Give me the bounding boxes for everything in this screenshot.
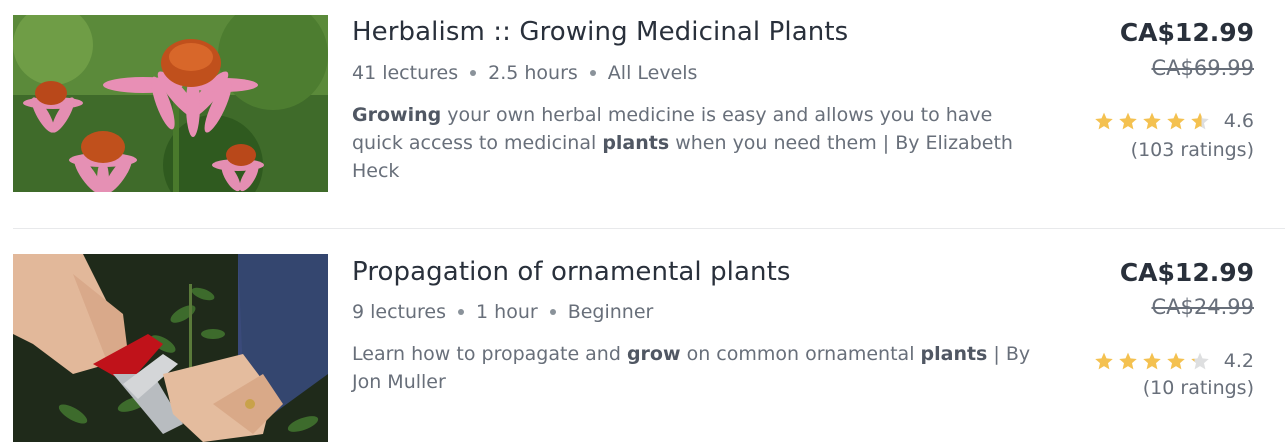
bullet-dot-icon	[549, 309, 556, 315]
echinacea-image	[13, 15, 328, 192]
course-thumbnail[interactable]	[13, 254, 328, 442]
star-icon	[1095, 352, 1113, 370]
star-icon	[1143, 112, 1161, 130]
current-price: CA$12.99	[1119, 18, 1254, 47]
course-level: Beginner	[567, 301, 654, 323]
rating-summary: 4.2	[1094, 350, 1254, 372]
ratings-count: (10 ratings)	[1142, 377, 1254, 399]
course-meta: 41 lectures 2.5 hours All Levels	[352, 62, 697, 84]
current-price: CA$12.99	[1119, 258, 1254, 287]
star-icon	[1167, 112, 1185, 130]
star-icon	[1119, 112, 1137, 130]
ratings-count: (103 ratings)	[1130, 139, 1254, 161]
course-duration: 2.5 hours	[488, 62, 578, 84]
course-title[interactable]: Herbalism :: Growing Medicinal Plants	[352, 17, 848, 47]
star-icon	[1095, 112, 1113, 130]
lecture-count: 41 lectures	[352, 62, 459, 84]
highlight-term: plants	[602, 132, 670, 154]
star-icon	[1119, 352, 1137, 370]
rating-value: 4.6	[1223, 110, 1254, 132]
lecture-count: 9 lectures	[352, 301, 447, 323]
course-description: Learn how to propagate and grow on commo…	[352, 343, 1031, 393]
rating-value: 4.2	[1223, 350, 1254, 372]
star-rating	[1094, 351, 1214, 371]
highlight-term: plants	[920, 343, 988, 365]
course-meta: 9 lectures 1 hour Beginner	[352, 301, 653, 323]
star-rating	[1094, 111, 1214, 131]
course-card-herbalism[interactable]: Herbalism :: Growing Medicinal Plants 41…	[0, 0, 1287, 228]
rating-summary: 4.6	[1094, 110, 1254, 132]
course-level: All Levels	[607, 62, 698, 84]
star-icon	[1143, 352, 1161, 370]
star-half-icon	[1191, 112, 1209, 130]
course-title[interactable]: Propagation of ornamental plants	[352, 257, 791, 287]
bullet-dot-icon	[470, 70, 477, 76]
course-card-propagation[interactable]: Propagation of ornamental plants 9 lectu…	[0, 229, 1287, 443]
star-empty-icon	[1191, 352, 1209, 370]
highlight-term: grow	[626, 343, 681, 365]
course-duration: 1 hour	[476, 301, 538, 323]
original-price: CA$24.99	[1151, 295, 1254, 319]
highlight-term: Growing	[352, 104, 442, 126]
course-thumbnail[interactable]	[13, 15, 328, 192]
original-price: CA$69.99	[1151, 56, 1254, 80]
pruning-hands-image	[13, 254, 328, 442]
bullet-dot-icon	[458, 309, 465, 315]
course-description: Growing your own herbal medicine is easy…	[352, 104, 1013, 182]
bullet-dot-icon	[589, 70, 596, 76]
star-icon	[1167, 352, 1185, 370]
